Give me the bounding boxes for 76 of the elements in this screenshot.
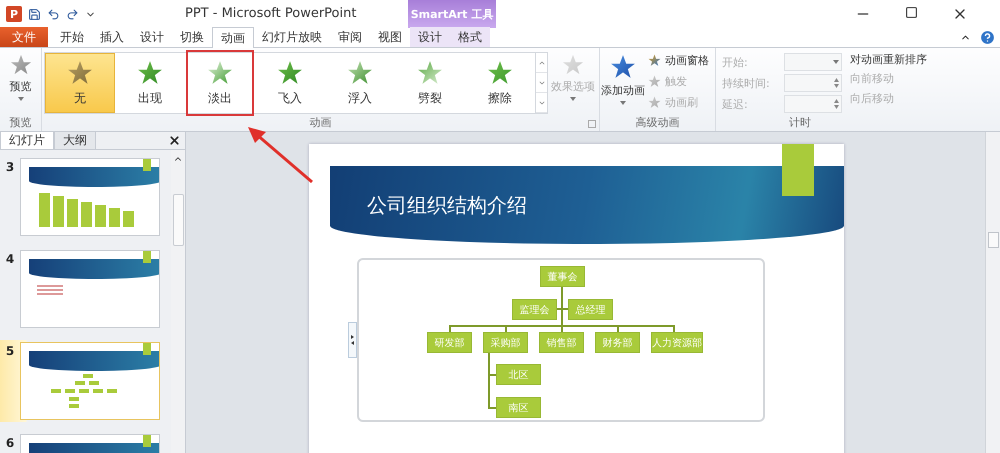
save-icon[interactable]	[28, 8, 41, 20]
slide-thumbnail[interactable]	[20, 250, 160, 328]
scrollbar-thumb[interactable]	[988, 232, 998, 248]
star-icon	[610, 54, 636, 80]
ribbon-tab[interactable]: 审阅	[330, 27, 370, 47]
group-label: 计时	[788, 115, 812, 131]
animation-option[interactable]: 无	[45, 53, 115, 113]
add-animation-button[interactable]: 添加动画	[600, 52, 646, 107]
ribbon-tab[interactable]: 设计	[132, 27, 172, 47]
reorder-title: 对动画重新排序	[850, 52, 927, 67]
ribbon-command[interactable]: 动画窗格	[648, 52, 709, 69]
field-label: 延迟:	[722, 96, 749, 112]
ribbon-tab[interactable]: 格式	[450, 27, 490, 47]
star-icon	[10, 54, 32, 76]
spinner-field[interactable]	[784, 95, 842, 113]
command-icon	[648, 54, 661, 67]
pane-tab[interactable]: 大纲	[54, 132, 96, 149]
window-title: PPT - Microsoft PowerPoint	[185, 6, 356, 22]
command-icon	[648, 75, 661, 88]
help-icon[interactable]	[979, 28, 996, 46]
animation-option[interactable]: 出现	[115, 53, 185, 113]
star-icon	[67, 60, 93, 86]
animation-option[interactable]: 擦除	[465, 53, 535, 113]
star-icon	[487, 60, 513, 86]
animation-option[interactable]: 浮入	[325, 53, 395, 113]
ribbon-tab[interactable]: 设计	[410, 27, 450, 47]
spinner-arrows-icon	[834, 99, 839, 109]
command-icon	[648, 96, 661, 109]
slide-list-item[interactable]: 6	[0, 432, 171, 453]
field-label: 持续时间:	[722, 76, 771, 90]
dropdown-field[interactable]	[784, 53, 842, 71]
slide-number: 4	[4, 251, 16, 268]
star-icon	[137, 60, 163, 86]
caret-icon	[570, 97, 576, 101]
preview-button[interactable]: 预览	[8, 52, 32, 103]
field-label: 开始:	[722, 54, 749, 70]
accent-block	[782, 144, 814, 196]
ribbon-tab[interactable]: 视图	[370, 27, 410, 47]
ribbon-tab[interactable]: 切换	[172, 27, 212, 47]
undo-icon[interactable]	[47, 8, 60, 20]
slide-list-item[interactable]: 3	[0, 156, 171, 238]
slide-title: 公司组织结构介绍	[367, 192, 527, 218]
slide-thumbnail[interactable]	[20, 158, 160, 236]
star-icon	[562, 54, 584, 76]
ribbon-tab[interactable]: 开始	[52, 27, 92, 47]
ribbon-tab[interactable]: 动画	[212, 27, 254, 48]
text-pane-toggle[interactable]	[348, 322, 357, 358]
arrow-annotation	[248, 127, 313, 184]
spinner-field[interactable]	[784, 74, 842, 92]
animation-option[interactable]: 飞入	[255, 53, 325, 113]
star-icon	[207, 60, 233, 86]
group-label: 预览	[8, 115, 32, 131]
context-tab-header: SmartArt 工具	[408, 0, 496, 28]
caret-icon	[18, 97, 24, 101]
star-icon	[417, 60, 443, 86]
ribbon-tab[interactable]: 幻灯片放映	[254, 27, 330, 47]
ribbon-tab[interactable]: 插入	[92, 27, 132, 47]
animation-option[interactable]: 劈裂	[395, 53, 465, 113]
animation-option[interactable]: 淡出	[185, 53, 255, 113]
star-icon	[347, 60, 373, 86]
slide-number: 5	[4, 343, 16, 360]
slide-number: 3	[4, 159, 16, 176]
group-label: 动画	[308, 115, 332, 131]
group-label: 高级动画	[634, 115, 680, 131]
app-icon[interactable]: P	[6, 6, 22, 22]
star-icon	[277, 60, 303, 86]
ribbon-tab[interactable]: 文件	[0, 27, 48, 47]
pane-tab[interactable]: 幻灯片	[0, 132, 54, 149]
slide-list-item[interactable]: 4	[0, 248, 171, 330]
redo-icon[interactable]	[66, 8, 79, 20]
scrollbar-thumb[interactable]	[172, 194, 184, 246]
caret-icon	[833, 60, 839, 64]
slide-thumbnail[interactable]	[20, 342, 160, 420]
slide-number: 6	[4, 435, 16, 452]
spinner-arrows-icon	[834, 78, 839, 88]
caret-icon	[620, 101, 626, 105]
